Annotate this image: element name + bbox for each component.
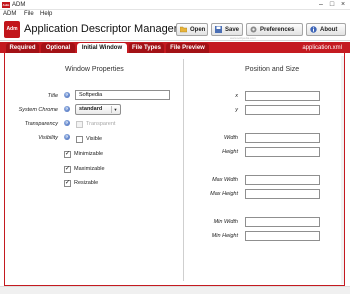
help-icon[interactable]: ?: [64, 106, 70, 112]
visibility-label: Visibility: [38, 135, 58, 141]
max-width-label: Max Width: [212, 177, 238, 183]
column-divider: [183, 59, 184, 281]
tab-optional[interactable]: Optional: [41, 43, 75, 53]
maximize-icon[interactable]: □: [327, 1, 337, 9]
about-button[interactable]: About: [306, 23, 346, 36]
height-input[interactable]: [245, 147, 320, 157]
x-input[interactable]: [245, 91, 320, 101]
min-height-input[interactable]: [245, 231, 320, 241]
tab-file-preview[interactable]: File Preview: [166, 43, 209, 53]
maximizable-label: Maximizable: [74, 166, 105, 172]
resizable-checkbox[interactable]: ✓: [64, 180, 71, 187]
help-icon[interactable]: ?: [64, 92, 70, 98]
preferences-label: Preferences: [260, 27, 295, 33]
help-icon[interactable]: ?: [64, 120, 70, 126]
close-icon[interactable]: ×: [338, 1, 348, 9]
app-header: Adm Application Descriptor Manager Open …: [0, 19, 350, 41]
window-properties-title: Window Properties: [65, 66, 124, 73]
menu-help[interactable]: Help: [40, 11, 52, 18]
system-chrome-value: standard: [79, 106, 103, 112]
system-chrome-label: System Chrome: [18, 107, 58, 113]
scrollbar[interactable]: [341, 56, 344, 284]
min-width-input[interactable]: [245, 217, 320, 227]
position-size-title: Position and Size: [245, 66, 300, 73]
open-label: Open: [190, 27, 206, 33]
min-height-label: Min Height: [211, 233, 238, 239]
minimizable-label: Minimizable: [74, 151, 104, 157]
about-label: About: [320, 27, 338, 33]
menu-file[interactable]: File: [24, 11, 34, 18]
transparent-label: Transparent: [86, 121, 116, 127]
save-button[interactable]: Save: [211, 23, 243, 36]
watermark: www.softpedia.com: [230, 36, 256, 40]
transparency-label: Transparency: [24, 121, 58, 127]
floppy-disk-icon: [215, 26, 222, 33]
height-label: Height: [222, 149, 238, 155]
tab-file-types[interactable]: File Types: [129, 43, 164, 53]
x-label: x: [235, 93, 238, 99]
app-icon: Adm: [2, 2, 10, 8]
visible-label: Visible: [86, 136, 103, 142]
width-label: Width: [223, 135, 238, 141]
tab-required[interactable]: Required: [6, 43, 39, 53]
minimize-icon[interactable]: –: [316, 1, 326, 9]
title-label: Title: [47, 93, 58, 99]
resizable-label: Resizable: [74, 180, 99, 186]
visible-checkbox[interactable]: [76, 136, 83, 143]
help-icon[interactable]: ?: [64, 134, 70, 140]
folder-icon: [180, 26, 187, 33]
max-width-input[interactable]: [245, 175, 320, 185]
info-icon: [310, 26, 317, 33]
tab-initial-window[interactable]: Initial Window: [77, 43, 127, 53]
title-bar: Adm ADM – □ ×: [0, 0, 350, 10]
menu-adm[interactable]: ADM: [3, 11, 16, 18]
maximizable-checkbox[interactable]: ✓: [64, 166, 71, 173]
file-name: application.xml: [302, 45, 342, 51]
title-input[interactable]: Softpedia: [75, 90, 170, 100]
chevron-down-icon: ▼: [111, 106, 119, 113]
tab-bar: Required Optional Initial Window File Ty…: [0, 42, 350, 53]
status-bar: [0, 286, 350, 294]
y-label: y: [235, 107, 238, 113]
app-logo: Adm: [4, 21, 20, 38]
app-title: Application Descriptor Manager: [24, 23, 178, 35]
save-label: Save: [225, 27, 240, 33]
min-width-label: Min Width: [213, 219, 238, 225]
content-panel: [4, 53, 345, 286]
preferences-button[interactable]: Preferences: [246, 23, 303, 36]
transparent-checkbox: [76, 121, 83, 128]
y-input[interactable]: [245, 105, 320, 115]
minimizable-checkbox[interactable]: ✓: [64, 151, 71, 158]
open-button[interactable]: Open: [176, 23, 208, 36]
window-title: ADM: [12, 2, 26, 8]
gear-icon: [250, 26, 257, 33]
max-height-input[interactable]: [245, 189, 320, 199]
width-input[interactable]: [245, 133, 320, 143]
system-chrome-select[interactable]: standard ▼: [75, 104, 121, 115]
max-height-label: Max Height: [210, 191, 238, 197]
menu-bar: ADM File Help: [0, 10, 350, 19]
